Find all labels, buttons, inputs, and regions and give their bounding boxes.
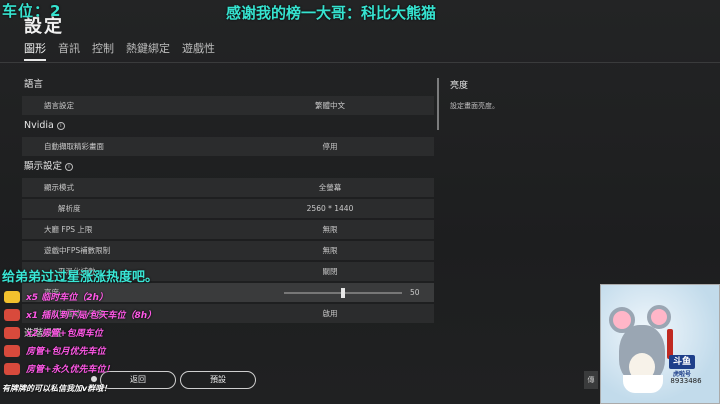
gift-text: 房管+永久优先车位！: [26, 365, 115, 375]
section-display: 顯示設定 i: [22, 158, 434, 176]
gift-text: x5 临时车位（2h）: [26, 293, 108, 303]
description-text: 設定畫面亮度。: [450, 102, 499, 110]
setting-value[interactable]: 關閉: [323, 262, 338, 281]
section-nvidia: Nvidia i: [22, 117, 434, 135]
setting-value[interactable]: 2560 * 1440: [307, 199, 354, 218]
room-id: 8933486: [670, 377, 702, 385]
gift-icon: [4, 291, 20, 303]
setting-label: 顯示模式: [44, 183, 74, 192]
tab-keybindings[interactable]: 熱鍵綁定: [126, 40, 170, 61]
brightness-value: 50: [410, 288, 420, 297]
setting-label: 自動擷取精彩畫面: [44, 142, 104, 151]
setting-row-display-mode[interactable]: 顯示模式 全螢幕: [22, 178, 434, 197]
overlay-chat-message: 给弟弟过过星涨涨热度吧。: [2, 270, 159, 285]
setting-row-resolution[interactable]: 解析度 2560 * 1440: [22, 199, 434, 218]
platform-logo: 斗鱼: [669, 355, 695, 369]
scrollbar[interactable]: [437, 78, 439, 130]
description-title: 亮度: [450, 81, 469, 91]
setting-value[interactable]: 繁體中文: [315, 96, 345, 115]
setting-value[interactable]: 無限: [323, 220, 338, 239]
brightness-slider[interactable]: [284, 288, 402, 298]
tab-controls[interactable]: 控制: [92, 40, 114, 61]
mouse-ear: [647, 305, 671, 329]
setting-label: 解析度: [58, 204, 81, 213]
tab-audio[interactable]: 音訊: [58, 40, 80, 61]
section-label: Nvidia: [24, 120, 54, 131]
webcam-overlay: 斗鱼 虎啦号 8933486: [600, 284, 720, 404]
gift-icon: [4, 327, 20, 339]
info-icon[interactable]: i: [56, 122, 65, 130]
mouse-ear: [609, 307, 635, 333]
overlay-thanks-banner: 感谢我的榜一大哥：科比大熊猫: [226, 4, 437, 22]
section-language: 語言: [24, 79, 44, 90]
slider-handle[interactable]: [341, 288, 345, 298]
tab-graphics[interactable]: 圖形: [24, 40, 46, 61]
settings-tabs: 圖形 音訊 控制 熱鍵綁定 遊戲性: [24, 40, 215, 61]
description-panel: 亮度 設定畫面亮度。: [450, 78, 499, 111]
setting-row-ingame-fps[interactable]: 遊戲中FPS補數限制 無限: [22, 241, 434, 260]
divider: [0, 62, 720, 63]
gift-text: x2 房管+包周车位: [26, 329, 103, 339]
setting-row-lobby-fps[interactable]: 大廳 FPS 上限 無限: [22, 220, 434, 239]
setting-label: 語言設定: [44, 101, 74, 110]
default-button[interactable]: 預設: [180, 371, 256, 389]
setting-label: 遊戲中FPS補數限制: [44, 246, 111, 255]
section-label: 顯示設定: [24, 161, 63, 172]
mouse-diaper: [623, 375, 663, 393]
setting-value[interactable]: 停用: [323, 137, 338, 156]
setting-label: 大廳 FPS 上限: [44, 225, 93, 234]
info-icon[interactable]: i: [65, 163, 74, 171]
overlay-bottom-message: 有牌牌的可以私信我加v群哦！: [2, 384, 112, 393]
setting-value[interactable]: 啟用: [323, 304, 338, 323]
gift-text: 房管+包月优先车位: [26, 347, 106, 357]
gift-text: x1 插队到下局/包天车位（8h）: [26, 311, 157, 321]
tab-gameplay[interactable]: 遊戲性: [182, 40, 215, 61]
setting-value[interactable]: 無限: [323, 241, 338, 260]
gift-icon: [4, 309, 20, 321]
setting-value[interactable]: 全螢幕: [319, 178, 342, 197]
setting-row-highlights[interactable]: 自動擷取精彩畫面 停用: [22, 137, 434, 156]
overlay-slot-count: 车位：2: [2, 2, 62, 20]
setting-row-language[interactable]: 語言設定 繁體中文: [22, 96, 434, 115]
gift-icon: [4, 363, 20, 375]
apply-button[interactable]: 傳: [584, 371, 598, 389]
esc-key-icon: [91, 376, 97, 382]
gift-icon: [4, 345, 20, 357]
